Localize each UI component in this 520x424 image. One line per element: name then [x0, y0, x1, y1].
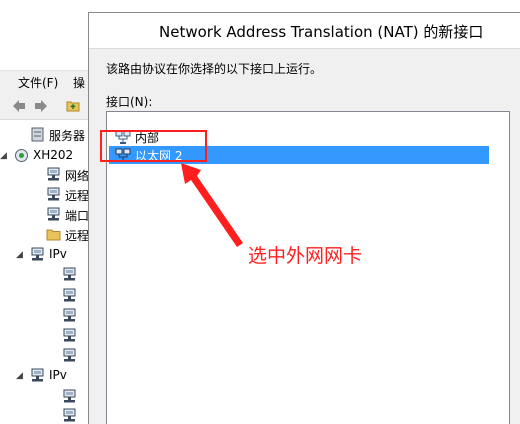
tree-item-label: XH202	[33, 148, 74, 162]
tree-item-label: 端口	[65, 209, 90, 223]
network-icon	[63, 348, 76, 362]
tree-expander-icon[interactable]: ◢	[0, 151, 7, 161]
tree-item[interactable]	[0, 326, 100, 346]
menu-bar: 文件(F) 操	[0, 70, 100, 92]
tree-item[interactable]	[0, 265, 100, 285]
tree-item[interactable]: 远程	[0, 225, 100, 245]
tree-item[interactable]: 网络	[0, 165, 100, 185]
tree-item[interactable]: ◢ XH202	[0, 146, 100, 166]
menu-file[interactable]: 文件(F)	[18, 74, 58, 91]
tree-item[interactable]	[0, 306, 100, 326]
tree-item[interactable]: 远程	[0, 185, 100, 205]
annotation-highlight-box	[100, 130, 207, 162]
network-icon	[31, 368, 44, 382]
tree-item-label: 服务器	[49, 129, 86, 143]
tree-item[interactable]: 服务器	[0, 125, 100, 145]
tree-item-label: IPv	[49, 368, 67, 382]
tree-item[interactable]	[0, 286, 100, 306]
folder-icon	[46, 229, 61, 241]
dialog-titlebar: Network Address Translation (NAT) 的新接口	[89, 13, 520, 49]
tree-item-label: 网络	[65, 169, 90, 183]
network-icon	[63, 288, 76, 302]
up-folder-icon[interactable]	[66, 99, 80, 113]
tree-item[interactable]	[0, 346, 100, 366]
network-icon	[63, 328, 76, 342]
tree-item-label: 远程	[65, 229, 90, 243]
network-icon	[63, 267, 76, 281]
window-titlebar	[0, 40, 100, 100]
routing-remote-access-window: 文件(F) 操 服务器 ◢ XH202 网络 远程 端口 远程 ◢ IPv ◢ IPv	[0, 0, 100, 424]
server-icon	[31, 127, 44, 142]
tree-item[interactable]: ◢ IPv	[0, 245, 100, 265]
interfaces-label: 接口(N):	[106, 95, 153, 109]
toolbar	[0, 92, 100, 120]
tree-item[interactable]: ◢ IPv	[0, 366, 100, 386]
tree-item-label: IPv	[49, 247, 67, 261]
tree-item[interactable]: 端口	[0, 205, 100, 225]
network-icon	[47, 207, 60, 221]
dialog-title: Network Address Translation (NAT) 的新接口	[159, 23, 484, 41]
back-arrow-icon[interactable]	[12, 99, 26, 113]
nat-new-interface-dialog: Network Address Translation (NAT) 的新接口 该…	[88, 12, 520, 424]
network-icon	[63, 408, 76, 422]
dialog-description: 该路由协议在你选择的以下接口上运行。	[106, 62, 323, 76]
tree-item[interactable]	[0, 387, 100, 407]
console-tree: 服务器 ◢ XH202 网络 远程 端口 远程 ◢ IPv ◢ IPv	[0, 121, 100, 424]
menu-action[interactable]: 操	[73, 74, 85, 91]
annotation-text: 选中外网网卡	[248, 245, 363, 267]
tree-item[interactable]	[0, 406, 100, 424]
tree-expander-icon[interactable]: ◢	[16, 250, 23, 260]
network-icon	[63, 389, 76, 403]
tree-expander-icon[interactable]: ◢	[16, 371, 23, 381]
network-icon	[63, 308, 76, 322]
tree-item-label: 远程	[65, 189, 90, 203]
forward-arrow-icon[interactable]	[34, 99, 48, 113]
routing-server-icon	[15, 149, 28, 162]
network-icon	[47, 167, 60, 181]
network-icon	[31, 247, 44, 261]
network-icon	[47, 187, 60, 201]
